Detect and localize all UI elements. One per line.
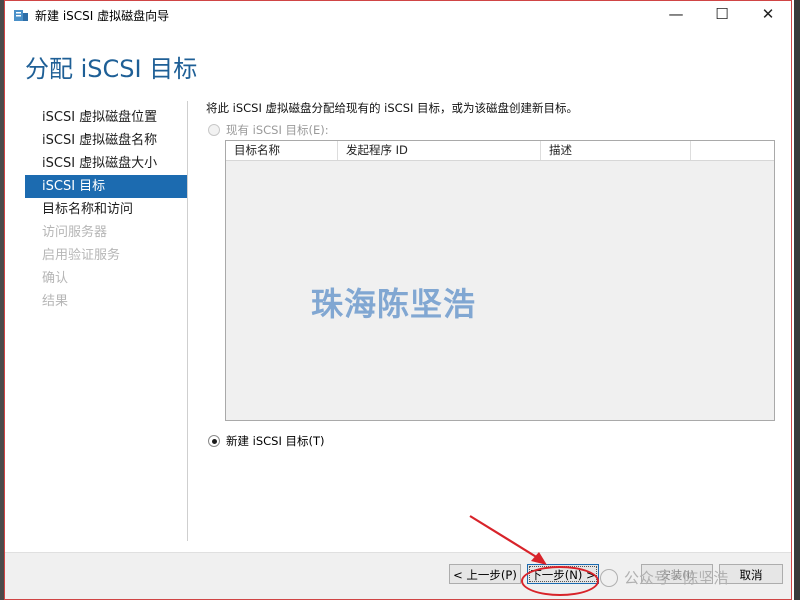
annotation-arrow [469,515,547,565]
annotation-highlight-circle [521,566,599,596]
